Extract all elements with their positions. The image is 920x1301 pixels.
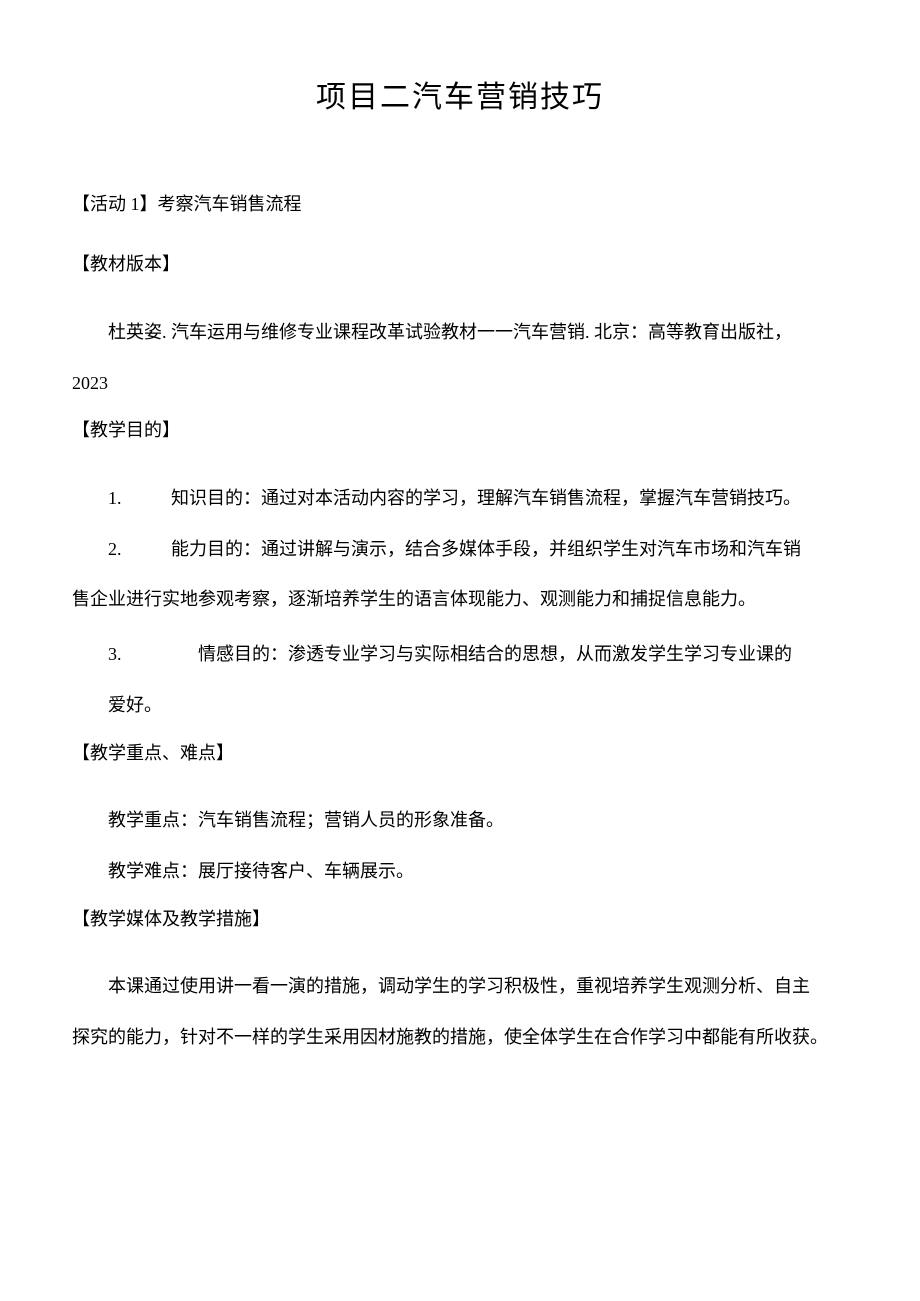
goal3-continuation: 爱好。 — [72, 682, 848, 729]
goal2-text: 能力目的：通过讲解与演示，结合多媒体手段，并组织学生对汽车市场和汽车销 — [171, 539, 801, 559]
media-continuation: 探究的能力，针对不一样的学生采用因材施教的措施，使全体学生在合作学习中都能有所收… — [72, 1014, 848, 1061]
goal2-continuation: 售企业进行实地参观考察，逐渐培养学生的语言体现能力、观测能力和捕捉信息能力。 — [72, 576, 848, 623]
focus-text-2: 教学难点：展厅接待客户、车辆展示。 — [72, 848, 848, 895]
textbook-year: 2023 — [72, 360, 848, 407]
focus-text-1: 教学重点：汽车销售流程；营销人员的形象准备。 — [72, 797, 848, 844]
activity-heading: 【活动 1】考察汽车销售流程 — [72, 188, 848, 220]
goal-item-2: 2.能力目的：通过讲解与演示，结合多媒体手段，并组织学生对汽车市场和汽车销 — [72, 526, 848, 573]
document-title: 项目二汽车营销技巧 — [72, 72, 848, 116]
goal1-number: 1. — [108, 475, 171, 522]
goal-item-3: 3.情感目的：渗透专业学习与实际相结合的思想，从而激发学生学习专业课的 — [72, 631, 848, 678]
goal-item-1: 1.知识目的：通过对本活动内容的学习，理解汽车销售流程，掌握汽车营销技巧。 — [72, 475, 848, 522]
textbook-body: 杜英姿. 汽车运用与维修专业课程改革试验教材一一汽车营销. 北京：高等教育出版社… — [72, 309, 848, 356]
media-heading: 【教学媒体及教学措施】 — [72, 903, 848, 935]
goal3-text: 情感目的：渗透专业学习与实际相结合的思想，从而激发学生学习专业课的 — [198, 644, 792, 664]
goals-heading: 【教学目的】 — [72, 414, 848, 446]
media-body: 本课通过使用讲一看一演的措施，调动学生的学习积极性，重视培养学生观测分析、自主 — [72, 963, 848, 1010]
goal3-number: 3. — [108, 631, 198, 678]
goal2-number: 2. — [108, 526, 171, 573]
goal1-text: 知识目的：通过对本活动内容的学习，理解汽车销售流程，掌握汽车营销技巧。 — [171, 488, 801, 508]
textbook-heading: 【教材版本】 — [72, 248, 848, 280]
focus-heading: 【教学重点、难点】 — [72, 737, 848, 769]
